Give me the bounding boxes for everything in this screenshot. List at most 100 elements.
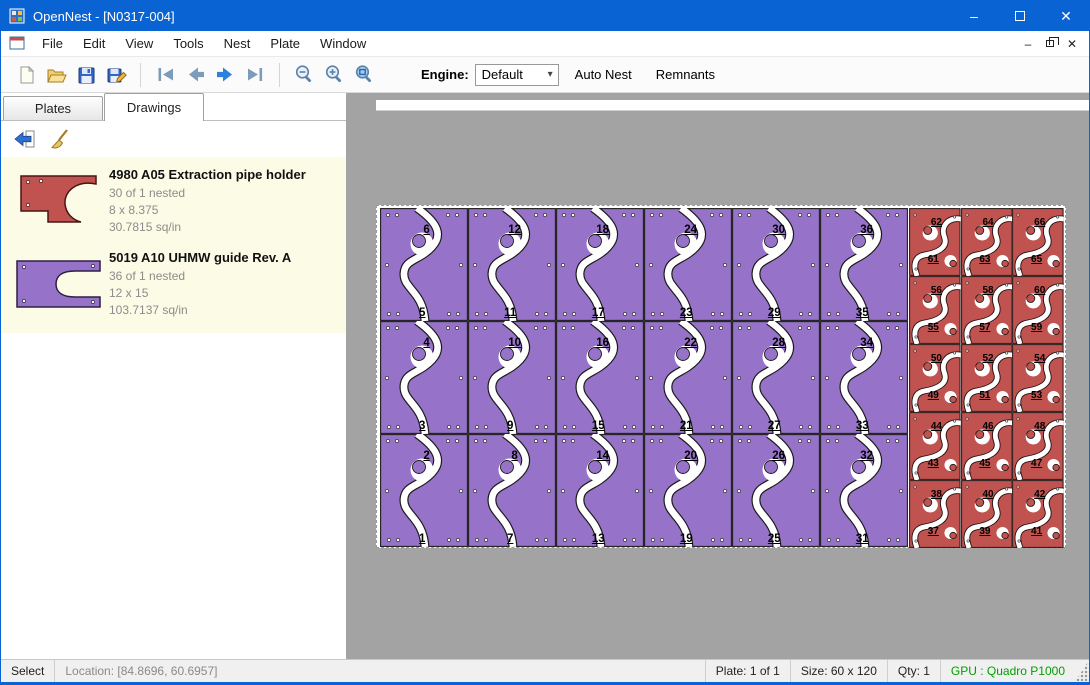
part-number-bottom: 23 — [680, 307, 693, 319]
nested-part-pair[interactable]: 109 — [468, 321, 556, 434]
nav-previous-button[interactable] — [180, 60, 210, 90]
zoom-in-button[interactable] — [319, 60, 349, 90]
part-number-top: 56 — [931, 285, 942, 296]
maximize-button[interactable] — [997, 1, 1043, 31]
nested-part-pair[interactable]: 4645 — [961, 412, 1013, 480]
remnants-button[interactable]: Remnants — [648, 62, 723, 88]
part-number-top: 60 — [1034, 285, 1045, 296]
nested-part-pair[interactable]: 6463 — [961, 208, 1013, 276]
part-number-top: 40 — [982, 489, 993, 500]
nested-part-pair[interactable]: 6665 — [1012, 208, 1064, 276]
plate[interactable]: 6512111817242330293635431091615222128273… — [376, 205, 1066, 548]
nested-part-pair[interactable]: 3837 — [909, 480, 961, 548]
tab-drawings[interactable]: Drawings — [104, 93, 204, 121]
part-number-bottom: 13 — [592, 533, 605, 545]
nested-part-pair[interactable]: 60 59 — [1012, 276, 1064, 344]
menu-plate[interactable]: Plate — [260, 31, 310, 57]
nested-part-pair[interactable]: 6261 — [909, 208, 961, 276]
nested-part-pair[interactable]: 5251 — [961, 344, 1013, 412]
nested-part-pair[interactable]: 4241 — [1012, 480, 1064, 548]
drawing-size: 8 x 8.375 — [109, 202, 338, 219]
toolbar-separator — [279, 63, 280, 87]
nested-part-pair[interactable]: 65 — [380, 208, 468, 321]
maximize-icon — [1015, 11, 1025, 21]
part-number-bottom: 45 — [979, 458, 990, 469]
mdi-restore-button[interactable] — [1039, 34, 1061, 54]
document-icon[interactable] — [9, 36, 26, 51]
menu-nest[interactable]: Nest — [214, 31, 261, 57]
part-number-top: 18 — [596, 224, 609, 236]
save-as-button[interactable] — [101, 60, 131, 90]
new-button[interactable] — [11, 60, 41, 90]
nested-part-pair[interactable]: 3433 — [820, 321, 908, 434]
nested-part-pair[interactable]: 1615 — [556, 321, 644, 434]
zoom-out-button[interactable] — [289, 60, 319, 90]
nested-part-pair[interactable]: 5453 — [1012, 344, 1064, 412]
zoom-in-icon — [323, 63, 346, 86]
toolbar-separator — [140, 63, 141, 87]
drawing-item-uhmw-guide[interactable]: 5019 A10 UHMW guide Rev. A 36 of 1 neste… — [1, 244, 346, 327]
nav-last-button[interactable] — [240, 60, 270, 90]
nested-part-pair[interactable]: 5857 — [961, 276, 1013, 344]
menu-file[interactable]: File — [32, 31, 73, 57]
replace-drawing-button[interactable] — [9, 125, 41, 153]
status-plate: Plate: 1 of 1 — [705, 660, 790, 682]
part-number-bottom: 61 — [928, 254, 939, 265]
close-button[interactable]: ✕ — [1043, 1, 1089, 31]
drawing-nested-count: 36 of 1 nested — [109, 268, 338, 285]
zoom-fit-button[interactable] — [349, 60, 379, 90]
nested-part-pair[interactable]: 2423 — [644, 208, 732, 321]
nested-part-pair[interactable]: 2221 — [644, 321, 732, 434]
nested-part-pair[interactable]: 4039 — [961, 480, 1013, 548]
engine-selected-value: Default — [482, 67, 523, 82]
engine-select[interactable]: Default ▾ — [475, 64, 559, 86]
menu-view[interactable]: View — [115, 31, 163, 57]
nested-part-pair[interactable]: 1817 — [556, 208, 644, 321]
nav-first-button[interactable] — [150, 60, 180, 90]
nested-part-pair[interactable]: 43 — [380, 321, 468, 434]
nest-canvas[interactable]: 6512111817242330293635431091615222128273… — [346, 93, 1089, 659]
nav-prev-icon — [184, 63, 207, 86]
minimize-button[interactable]: – — [951, 1, 997, 31]
nested-part-pair[interactable]: 1413 — [556, 434, 644, 547]
part-number-top: 22 — [684, 337, 697, 349]
auto-nest-button[interactable]: Auto Nest — [567, 62, 640, 88]
save-button[interactable] — [71, 60, 101, 90]
sidebar: Plates Drawings — [1, 93, 346, 659]
nested-part-pair[interactable]: 2625 — [732, 434, 820, 547]
titlebar: OpenNest - [N0317-004] – ✕ — [1, 1, 1089, 31]
part-number-top: 6 — [423, 224, 429, 236]
part-thumbnail-purple — [9, 248, 109, 319]
nested-part-pair[interactable]: 2827 — [732, 321, 820, 434]
sidebar-tabstrip: Plates Drawings — [1, 93, 346, 121]
drawing-item-extraction-pipe-holder[interactable]: 4980 A05 Extraction pipe holder 30 of 1 … — [1, 161, 346, 244]
part-number-top: 20 — [684, 450, 697, 462]
part-number-bottom: 59 — [1031, 322, 1042, 333]
tab-plates[interactable]: Plates — [3, 96, 103, 120]
nested-part-pair[interactable]: 5655 — [909, 276, 961, 344]
nav-next-button[interactable] — [210, 60, 240, 90]
part-number-top: 42 — [1034, 489, 1045, 500]
nested-part-pair[interactable]: 87 — [468, 434, 556, 547]
open-button[interactable] — [41, 60, 71, 90]
nested-part-pair[interactable]: 4443 — [909, 412, 961, 480]
nested-part-pair[interactable]: 1211 — [468, 208, 556, 321]
mdi-close-button[interactable]: ✕ — [1061, 34, 1083, 54]
nav-last-icon — [244, 63, 267, 86]
clear-drawings-button[interactable] — [45, 125, 77, 153]
nested-part-pair[interactable]: 4847 — [1012, 412, 1064, 480]
nested-part-pair[interactable]: 5049 — [909, 344, 961, 412]
menu-window[interactable]: Window — [310, 31, 376, 57]
menu-tools[interactable]: Tools — [163, 31, 213, 57]
plate-overflow-strip — [376, 100, 1089, 111]
nested-part-pair[interactable]: 21 — [380, 434, 468, 547]
mdi-minimize-button[interactable]: – — [1017, 34, 1039, 54]
nested-part-pair[interactable]: 3231 — [820, 434, 908, 547]
resize-grip-icon[interactable] — [1075, 660, 1089, 682]
part-number-bottom: 9 — [507, 420, 513, 432]
drawing-info: 4980 A05 Extraction pipe holder 30 of 1 … — [109, 165, 338, 236]
menu-edit[interactable]: Edit — [73, 31, 115, 57]
nested-part-pair[interactable]: 2019 — [644, 434, 732, 547]
nested-part-pair[interactable]: 3029 — [732, 208, 820, 321]
nested-part-pair[interactable]: 3635 — [820, 208, 908, 321]
